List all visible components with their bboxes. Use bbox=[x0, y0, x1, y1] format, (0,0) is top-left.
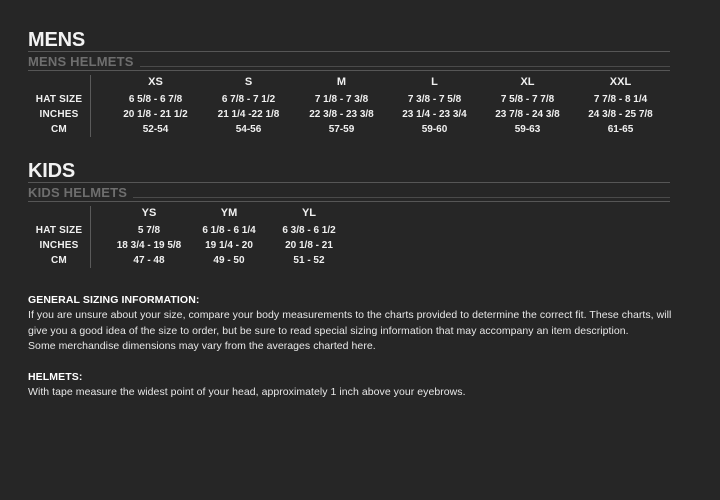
kids-col-header-yl: YL bbox=[301, 207, 317, 219]
spacer-cell bbox=[91, 92, 109, 107]
mens-col-header-xs: XS bbox=[148, 76, 163, 88]
mens-col-header-s: S bbox=[244, 76, 253, 88]
kids-cm-yl: 51 - 52 bbox=[293, 255, 325, 266]
mens-subtitle-rule bbox=[139, 66, 670, 67]
general-sizing-info-block: GENERAL SIZING INFORMATION: If you are u… bbox=[28, 292, 672, 355]
kids-corner-cell bbox=[28, 206, 90, 223]
spacer-cell bbox=[91, 122, 109, 137]
spacer-cell bbox=[91, 206, 109, 223]
mens-inches-m: 22 3/8 - 23 3/8 bbox=[309, 109, 374, 120]
mens-col-header-xxl: XXL bbox=[609, 76, 632, 88]
kids-hat-size-yl: 6 3/8 - 6 1/2 bbox=[282, 225, 336, 236]
kids-row-label-cm: CM bbox=[51, 255, 67, 266]
mens-inches-s: 21 1/4 -22 1/8 bbox=[217, 109, 280, 120]
mens-row-label-cm: CM bbox=[51, 124, 67, 135]
mens-cm-xl: 59-63 bbox=[514, 124, 541, 135]
page-title-mens: MENS bbox=[28, 29, 85, 51]
mens-inches-l: 23 1/4 - 23 3/4 bbox=[402, 109, 467, 120]
mens-subtitle-row: MENS HELMETS bbox=[28, 55, 670, 69]
general-sizing-heading: GENERAL SIZING INFORMATION: bbox=[28, 294, 200, 306]
kids-cm-ym: 49 - 50 bbox=[213, 255, 245, 266]
kids-row-label-inches: INCHES bbox=[39, 240, 79, 251]
kids-inches-ym: 19 1/4 - 20 bbox=[205, 240, 253, 251]
kids-inches-ys: 18 3/4 - 19 5/8 bbox=[116, 240, 182, 251]
kids-subtitle-rule bbox=[133, 197, 670, 198]
mens-corner-cell bbox=[28, 75, 90, 92]
section-kids: KIDS KIDS HELMETS YS YM YL HAT SIZE 5 7/… bbox=[28, 161, 670, 268]
mens-row-label-inches: INCHES bbox=[39, 109, 79, 120]
kids-hat-size-ys: 5 7/8 bbox=[137, 225, 161, 236]
mens-title-row: MENS bbox=[28, 30, 670, 50]
spacer-cell bbox=[91, 107, 109, 122]
mens-cm-xxl: 61-65 bbox=[607, 124, 634, 135]
mens-hat-size-xxl: 7 7/8 - 8 1/4 bbox=[593, 94, 648, 105]
kids-hat-size-ym: 6 1/8 - 6 1/4 bbox=[202, 225, 256, 236]
info-gap bbox=[28, 268, 670, 292]
mens-hat-size-xl: 7 5/8 - 7 7/8 bbox=[500, 94, 555, 105]
spacer-cell bbox=[91, 238, 109, 253]
mens-subtitle: MENS HELMETS bbox=[28, 54, 134, 69]
spacer-cell bbox=[91, 253, 109, 268]
mens-row-label-hat-size: HAT SIZE bbox=[35, 94, 83, 105]
kids-header-rule bbox=[28, 201, 670, 202]
general-sizing-line-2: give you a good idea of the size to orde… bbox=[28, 324, 629, 337]
mens-hat-size-m: 7 1/8 - 7 3/8 bbox=[314, 94, 369, 105]
mens-cm-m: 57-59 bbox=[328, 124, 355, 135]
table-row: HAT SIZE 6 5/8 - 6 7/8 6 7/8 - 7 1/2 7 1… bbox=[28, 92, 667, 107]
spacer-cell bbox=[91, 75, 109, 92]
mens-inches-xl: 23 7/8 - 24 3/8 bbox=[495, 109, 560, 120]
kids-row-label-hat-size: HAT SIZE bbox=[35, 225, 83, 236]
general-sizing-line-3: Some merchandise dimensions may vary fro… bbox=[28, 340, 376, 352]
section-mens: MENS MENS HELMETS XS S M L XL XXL HAT SI… bbox=[28, 30, 670, 137]
kids-cm-ys: 47 - 48 bbox=[133, 255, 165, 266]
mens-header-rule bbox=[28, 70, 670, 71]
kids-title-rule bbox=[28, 182, 670, 183]
mens-hat-size-s: 6 7/8 - 7 1/2 bbox=[221, 94, 276, 105]
general-sizing-line-1: If you are unsure about your size, compa… bbox=[28, 309, 672, 321]
size-chart-page: MENS MENS HELMETS XS S M L XL XXL HAT SI… bbox=[0, 0, 720, 500]
kids-size-table: YS YM YL HAT SIZE 5 7/8 6 1/8 - 6 1/4 6 … bbox=[28, 206, 349, 268]
helmets-info-line-1: With tape measure the widest point of yo… bbox=[28, 385, 466, 398]
spacer-cell bbox=[91, 223, 109, 238]
mens-inches-xs: 20 1/8 - 21 1/2 bbox=[123, 109, 188, 120]
mens-hat-size-xs: 6 5/8 - 6 7/8 bbox=[128, 94, 183, 105]
kids-subtitle: KIDS HELMETS bbox=[28, 185, 128, 200]
mens-inches-xxl: 24 3/8 - 25 7/8 bbox=[588, 109, 653, 120]
mens-col-header-xl: XL bbox=[520, 76, 535, 88]
mens-hat-size-l: 7 3/8 - 7 5/8 bbox=[407, 94, 462, 105]
table-row: CM 52-54 54-56 57-59 59-60 59-63 61-65 bbox=[28, 122, 667, 137]
helmets-info-block: HELMETS: With tape measure the widest po… bbox=[28, 369, 670, 401]
table-row: CM 47 - 48 49 - 50 51 - 52 bbox=[28, 253, 349, 268]
mens-cm-s: 54-56 bbox=[235, 124, 262, 135]
table-row: INCHES 18 3/4 - 19 5/8 19 1/4 - 20 20 1/… bbox=[28, 238, 349, 253]
mens-col-header-l: L bbox=[431, 76, 438, 88]
helmets-info-gap bbox=[28, 355, 670, 369]
kids-inches-yl: 20 1/8 - 21 bbox=[285, 240, 333, 251]
kids-title-row: KIDS bbox=[28, 161, 670, 181]
table-row-header: YS YM YL bbox=[28, 206, 349, 223]
table-row-header: XS S M L XL XXL bbox=[28, 75, 667, 92]
table-row: INCHES 20 1/8 - 21 1/2 21 1/4 -22 1/8 22… bbox=[28, 107, 667, 122]
kids-subtitle-row: KIDS HELMETS bbox=[28, 186, 670, 200]
mens-title-rule bbox=[28, 51, 670, 52]
mens-size-table: XS S M L XL XXL HAT SIZE 6 5/8 - 6 7/8 6… bbox=[28, 75, 667, 137]
kids-col-header-ys: YS bbox=[141, 207, 157, 219]
table-row: HAT SIZE 5 7/8 6 1/8 - 6 1/4 6 3/8 - 6 1… bbox=[28, 223, 349, 238]
mens-col-header-m: M bbox=[336, 76, 347, 88]
mens-cm-l: 59-60 bbox=[421, 124, 448, 135]
page-title-kids: KIDS bbox=[28, 160, 75, 182]
helmets-info-heading: HELMETS: bbox=[28, 370, 83, 383]
mens-cm-xs: 52-54 bbox=[142, 124, 169, 135]
kids-col-header-ym: YM bbox=[220, 207, 238, 219]
